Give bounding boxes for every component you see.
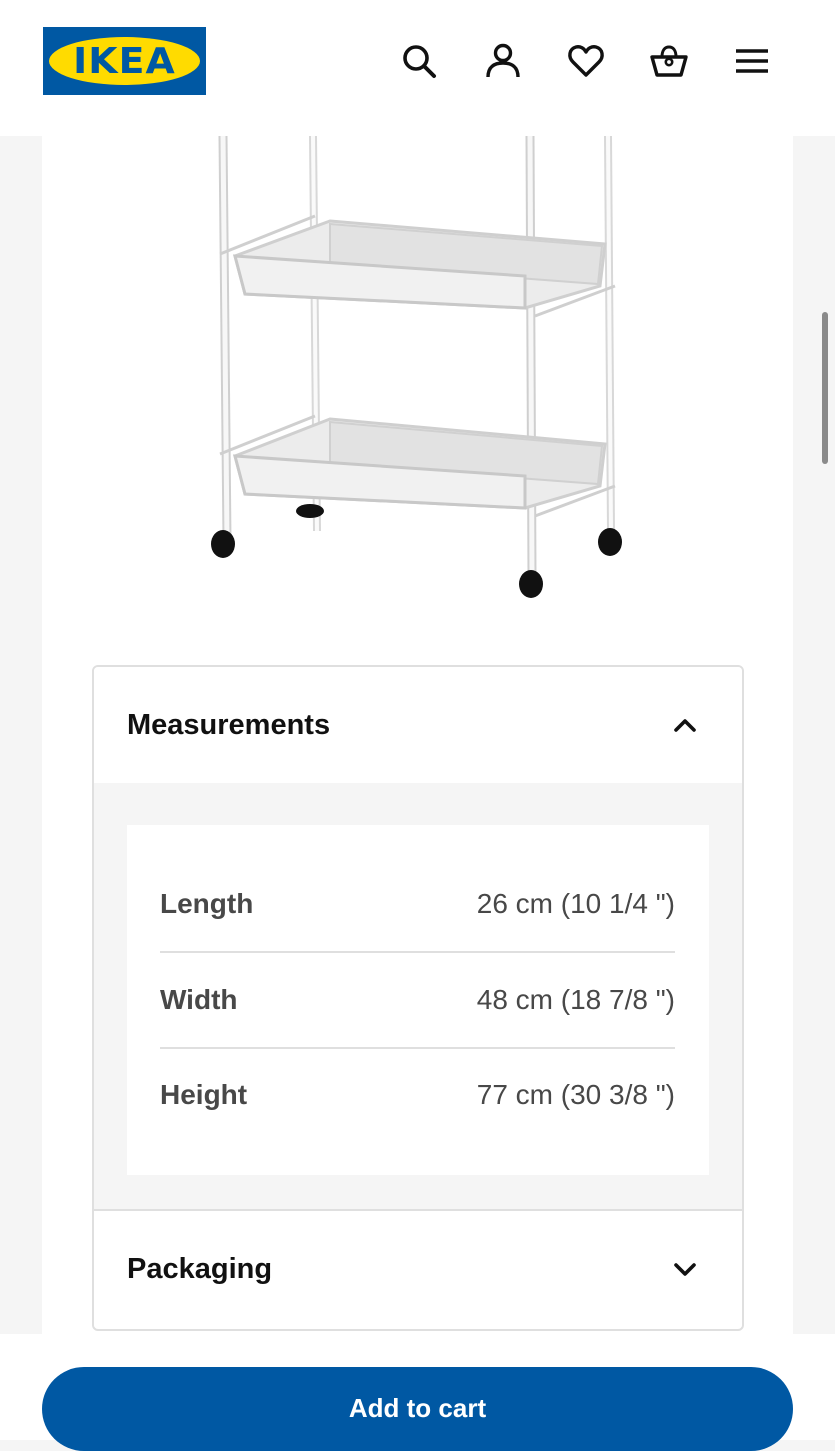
measurements-title: Measurements xyxy=(127,708,331,741)
measurement-label: Height xyxy=(160,1078,248,1110)
measurements-header[interactable]: Measurements xyxy=(94,667,742,783)
measurements-table: Length 26 cm (10 1/4 ") Width 48 cm (18 … xyxy=(127,825,709,1175)
account-icon[interactable] xyxy=(480,38,526,84)
product-image[interactable] xyxy=(190,135,740,616)
measurement-label: Width xyxy=(160,983,238,1015)
product-details-accordion: Measurements Length 26 cm (10 1/4 ") Wid… xyxy=(92,665,744,1331)
packaging-header[interactable]: Packaging xyxy=(94,1211,742,1327)
measurement-value: 77 cm (30 3/8 ") xyxy=(476,1078,675,1110)
chevron-down-icon xyxy=(674,1263,696,1276)
logo-text: IKEA xyxy=(73,40,176,82)
site-header: IKEA ® xyxy=(0,0,835,136)
packaging-title: Packaging xyxy=(127,1252,273,1285)
search-icon[interactable] xyxy=(396,38,442,84)
add-to-cart-button[interactable]: Add to cart xyxy=(42,1367,793,1451)
measurement-row: Length 26 cm (10 1/4 ") xyxy=(160,856,675,951)
chevron-up-icon xyxy=(674,719,696,732)
menu-icon[interactable] xyxy=(729,38,775,84)
measurements-panel: Length 26 cm (10 1/4 ") Width 48 cm (18 … xyxy=(94,783,742,1211)
page-scrollbar[interactable] xyxy=(822,312,828,464)
registered-mark: ® xyxy=(192,41,198,50)
measurement-value: 48 cm (18 7/8 ") xyxy=(476,983,675,1015)
heart-icon[interactable] xyxy=(563,38,609,84)
cart-icon[interactable] xyxy=(646,38,692,84)
measurement-row: Width 48 cm (18 7/8 ") xyxy=(160,952,675,1047)
ikea-logo[interactable]: IKEA ® xyxy=(43,27,206,95)
measurement-value: 26 cm (10 1/4 ") xyxy=(476,887,675,919)
measurement-row: Height 77 cm (30 3/8 ") xyxy=(160,1047,675,1142)
measurement-label: Length xyxy=(160,887,254,919)
